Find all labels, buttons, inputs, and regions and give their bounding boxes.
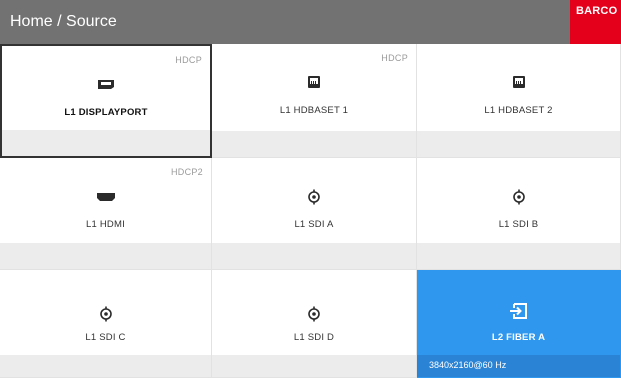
source-info-strip [2, 130, 210, 156]
hdcp-badge: HDCP [381, 53, 408, 63]
source-label: L1 DISPLAYPORT [64, 107, 148, 118]
source-tile-l1-hdmi[interactable]: HDCP2 L1 HDMI [0, 158, 212, 270]
source-tile-l2-fiber-a[interactable]: L2 FIBER A 3840x2160@60 Hz [417, 270, 621, 378]
source-info-strip [212, 131, 416, 157]
brand-logo-text: BARCO [576, 5, 618, 17]
resolution-text: 3840x2160@60 Hz [429, 360, 507, 370]
sdi-icon [212, 189, 416, 207]
source-label: L1 SDI C [85, 332, 126, 343]
source-label: L2 FIBER A [491, 332, 546, 343]
sdi-icon [212, 306, 416, 324]
source-tile-l1-sdi-d[interactable]: L1 SDI D [212, 270, 417, 378]
source-tile-l1-sdi-c[interactable]: L1 SDI C [0, 270, 212, 378]
displayport-icon [2, 77, 210, 95]
source-label: L1 SDI D [293, 332, 335, 343]
source-label: L1 HDMI [86, 219, 125, 230]
input-icon [417, 300, 620, 322]
source-info-strip [417, 243, 620, 269]
hdcp-badge: HDCP [175, 55, 202, 65]
source-screen: Home / Source BARCO HDCP L1 DISPLAYPORT … [0, 0, 621, 378]
source-info-strip [212, 243, 416, 269]
source-tile-l1-sdi-b[interactable]: L1 SDI B [417, 158, 621, 270]
sdi-icon [417, 189, 620, 207]
source-tile-l1-hdbaset-2[interactable]: L1 HDBASET 2 [417, 44, 621, 158]
source-info-strip [212, 355, 416, 377]
sdi-icon [0, 306, 211, 324]
hdbaset-icon [212, 75, 416, 93]
source-tile-l1-displayport[interactable]: HDCP L1 DISPLAYPORT [0, 44, 212, 158]
source-tile-l1-sdi-a[interactable]: L1 SDI A [212, 158, 417, 270]
hdbaset-icon [417, 75, 620, 93]
source-info-strip [0, 243, 211, 269]
source-label: L1 SDI A [294, 219, 334, 230]
breadcrumb: Home / Source [10, 13, 117, 30]
source-label: L1 HDBASET 2 [484, 105, 553, 116]
header-bar: Home / Source BARCO [0, 0, 621, 44]
source-tile-l1-hdbaset-1[interactable]: HDCP L1 HDBASET 1 [212, 44, 417, 158]
source-info-strip [0, 355, 211, 377]
hdmi-icon [0, 189, 211, 207]
source-label: L1 HDBASET 1 [279, 105, 349, 116]
source-grid: HDCP L1 DISPLAYPORT HDCP L1 HDBASET 1 L1… [0, 44, 621, 378]
barco-logo: BARCO [570, 0, 621, 44]
source-info-strip [417, 131, 620, 157]
source-label: L1 SDI B [498, 219, 539, 230]
hdcp-badge: HDCP2 [170, 167, 203, 177]
